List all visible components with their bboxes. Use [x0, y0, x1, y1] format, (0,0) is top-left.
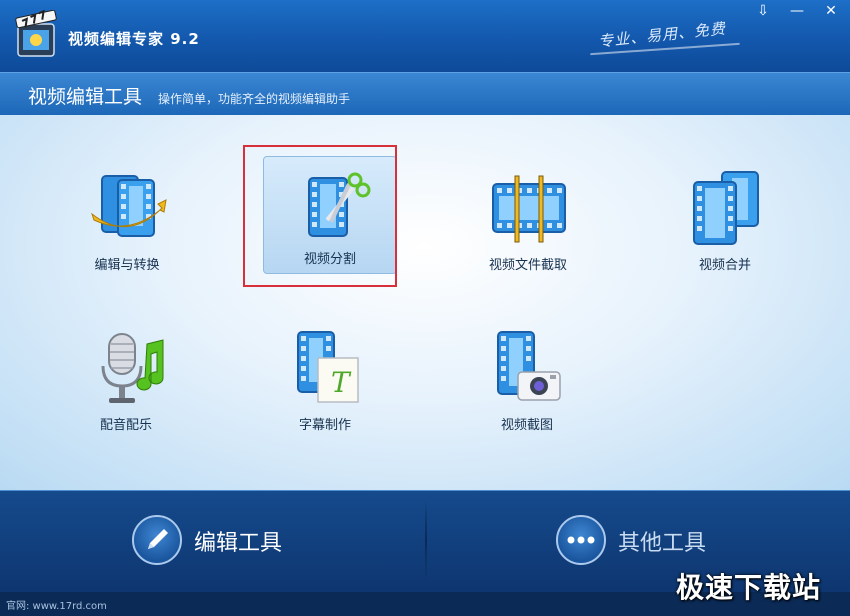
section-header: 视频编辑工具 操作简单，功能齐全的视频编辑助手: [0, 72, 850, 116]
tool-label: 字幕制作: [298, 418, 351, 433]
tool-subtitle[interactable]: T 字幕制作: [258, 330, 392, 448]
app-window: 视频编辑专家 9.2 专业、易用、免费 ⇩ — ✕ 视频编辑工具 操作简单，功能…: [0, 0, 850, 616]
tab-edit-tools[interactable]: 编辑工具: [132, 505, 322, 577]
tab-divider: [425, 500, 427, 582]
section-subtitle: 操作简单，功能齐全的视频编辑助手: [158, 92, 351, 106]
microphone-music-icon: [101, 333, 164, 403]
tool-video-trim[interactable]: 视频文件截取: [461, 170, 595, 288]
minimize-button[interactable]: —: [784, 2, 810, 20]
tab-label: 其他工具: [618, 531, 707, 556]
film-merge-icon: [693, 171, 759, 245]
close-button[interactable]: ✕: [818, 2, 844, 20]
watermark-text: 极速下载站: [676, 571, 822, 604]
tool-video-screenshot[interactable]: 视频截图: [460, 330, 594, 448]
menu-button[interactable]: ⇩: [750, 2, 776, 20]
tool-label: 配音配乐: [99, 418, 152, 433]
app-title: 视频编辑专家 9.2: [68, 30, 200, 48]
film-scissors-icon: [308, 172, 371, 237]
tool-label: 视频文件截取: [488, 258, 567, 273]
tab-label: 编辑工具: [194, 531, 283, 556]
section-title: 视频编辑工具: [28, 86, 143, 108]
tool-video-merge[interactable]: 视频合并: [658, 170, 792, 288]
film-subtitle-icon: T: [297, 331, 359, 403]
film-convert-icon: [91, 175, 167, 237]
tool-label: 编辑与转换: [94, 258, 160, 273]
tool-video-split[interactable]: 视频分割: [263, 156, 397, 276]
tool-dubbing-music[interactable]: 配音配乐: [59, 330, 193, 448]
film-camera-icon: [497, 331, 561, 401]
tool-edit-convert[interactable]: 编辑与转换: [60, 170, 194, 288]
more-dots-icon: [556, 515, 606, 565]
tool-label: 视频分割: [303, 252, 356, 267]
pencil-icon: [132, 515, 182, 565]
svg-text:T: T: [331, 366, 352, 399]
tool-label: 视频截图: [500, 418, 553, 433]
clapperboard-logo-icon: [15, 10, 57, 57]
title-bar[interactable]: 视频编辑专家 9.2 专业、易用、免费 ⇩ — ✕: [0, 0, 850, 72]
tool-label: 视频合并: [698, 258, 751, 273]
film-trim-icon: [492, 175, 566, 243]
website-link[interactable]: 官网: www.17rd.com: [6, 597, 107, 612]
